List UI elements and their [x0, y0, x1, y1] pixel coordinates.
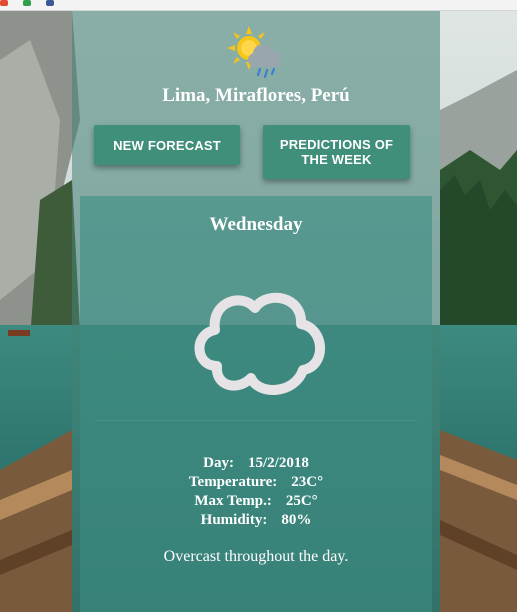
day-name: Wednesday — [209, 214, 303, 235]
forecast-card: Wednesday Day: 15/2/2018 Temperature: 23C°… — [80, 196, 432, 612]
detail-row-day: Day: 15/2/2018 — [80, 454, 432, 473]
detail-row-max-temp: Max Temp.: 25C° — [80, 492, 432, 511]
detail-value: 15/2/2018 — [247, 455, 309, 471]
bookmarks-bar — [0, 0, 517, 11]
detail-value: 23C° — [291, 474, 324, 490]
new-forecast-button[interactable]: NEW FORECAST — [94, 125, 240, 165]
location-title: Lima, Miraflores, Perú — [162, 85, 350, 106]
detail-label: Temperature: — [188, 474, 278, 490]
new-forecast-label: NEW FORECAST — [113, 137, 221, 153]
weather-header: Lima, Miraflores, Perú NEW FORECAST PRED… — [72, 11, 440, 201]
bookmark-icon[interactable] — [45, 0, 60, 6]
bookmark-icon[interactable] — [0, 0, 14, 6]
detail-row-humidity: Humidity: 80% — [80, 511, 432, 530]
detail-label: Day: — [203, 455, 234, 471]
predictions-week-button[interactable]: PREDICTIONS OF THE WEEK — [263, 125, 410, 179]
forecast-summary: Overcast throughout the day. — [163, 548, 349, 565]
detail-value: 80% — [281, 512, 312, 528]
detail-row-temperature: Temperature: 23C° — [80, 473, 432, 492]
bookmark-icon[interactable] — [22, 0, 37, 6]
cloud-icon — [194, 292, 325, 395]
detail-value: 25C° — [285, 493, 318, 509]
detail-label: Humidity: — [200, 512, 268, 528]
divider — [95, 420, 417, 421]
sun-rain-cloud-icon — [227, 26, 281, 79]
detail-label: Max Temp.: — [194, 493, 272, 509]
predictions-week-label: PREDICTIONS OF THE WEEK — [279, 137, 394, 167]
weather-panel: Lima, Miraflores, Perú NEW FORECAST PRED… — [72, 11, 440, 612]
forecast-details: Day: 15/2/2018 Temperature: 23C° Max Temp.… — [80, 454, 432, 530]
